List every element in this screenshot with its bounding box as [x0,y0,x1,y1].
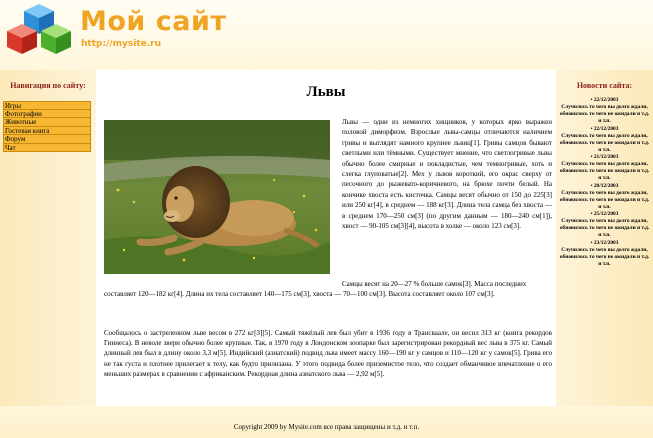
main-content: Львы Львы — одни из немногих хищников, у… [96,70,556,406]
article-paragraph-2: Самцы весят на 20—27 % больше самок[3]. … [104,280,527,299]
nav-item-animals[interactable]: Животные [3,118,91,127]
news-date: 23/12/2003 [591,240,619,246]
logo-cubes-icon[interactable] [4,2,74,60]
copyright: Copyright 2009 by Mysite.com все права з… [233,423,420,431]
site-url[interactable]: http://mysite.ru [81,39,161,49]
nav-item-chat[interactable]: Чат [3,143,91,152]
right-sidebar: Новости сайта: 22/12/2003 Случилось то ч… [556,70,653,406]
site-name[interactable]: Мой сайт [80,6,227,37]
nav-item-photos[interactable]: Фотографии [3,109,91,118]
news-item: 23/12/2003 Случилось то чего вы долго жд… [556,240,653,268]
lion-photo [104,120,330,274]
news-link[interactable]: Случилось то чего вы долго ждали, обнови… [556,133,653,154]
page-title: Львы [306,84,346,100]
news-date: 25/12/2003 [591,211,619,217]
news-item: 20/12/2003 Случилось то чего вы долго жд… [556,183,653,211]
news-item: 25/12/2003 Случилось то чего вы долго жд… [556,211,653,239]
news-link[interactable]: Случилось то чего вы долго ждали, обнови… [556,218,653,239]
news-link[interactable]: Случилось то чего вы долго ждали, обнови… [556,161,653,182]
news-title: Новости сайта: [576,81,633,90]
news-date: 22/12/2003 [591,126,619,132]
news-date: 22/12/2003 [591,97,619,103]
nav-item-games[interactable]: Игры [3,101,91,110]
site-header: Мой сайт http://mysite.ru [0,0,653,70]
news-item: 21/12/2003 Случилось то чего вы долго жд… [556,154,653,182]
nav-menu: Игры Фотографии Животные Гостевая книга … [3,101,91,152]
left-sidebar: Навигация по сайту: Игры Фотографии Живо… [0,70,96,406]
news-date: 20/12/2003 [591,183,619,189]
news-list: 22/12/2003 Случилось то чего вы долго жд… [556,97,653,268]
nav-title: Навигация по сайту: [10,81,86,90]
news-date: 21/12/2003 [591,154,619,160]
news-item: 22/12/2003 Случилось то чего вы долго жд… [556,126,653,154]
nav-item-forum[interactable]: Форум [3,135,91,144]
site-footer: Copyright 2009 by Mysite.com все права з… [0,406,653,438]
news-item: 22/12/2003 Случилось то чего вы долго жд… [556,97,653,125]
nav-item-guestbook[interactable]: Гостевая книга [3,126,91,135]
news-link[interactable]: Случилось то чего вы долго ждали, обнови… [556,104,653,125]
article-paragraph-3: Сообщалось о застреленном льве весом в 2… [104,329,552,378]
news-link[interactable]: Случилось то чего вы долго ждали, обнови… [556,190,653,211]
news-link[interactable]: Случилось то чего вы долго ждали, обнови… [556,247,653,268]
article-paragraph-1: Львы — одни из немногих хищников, у кото… [342,118,552,231]
